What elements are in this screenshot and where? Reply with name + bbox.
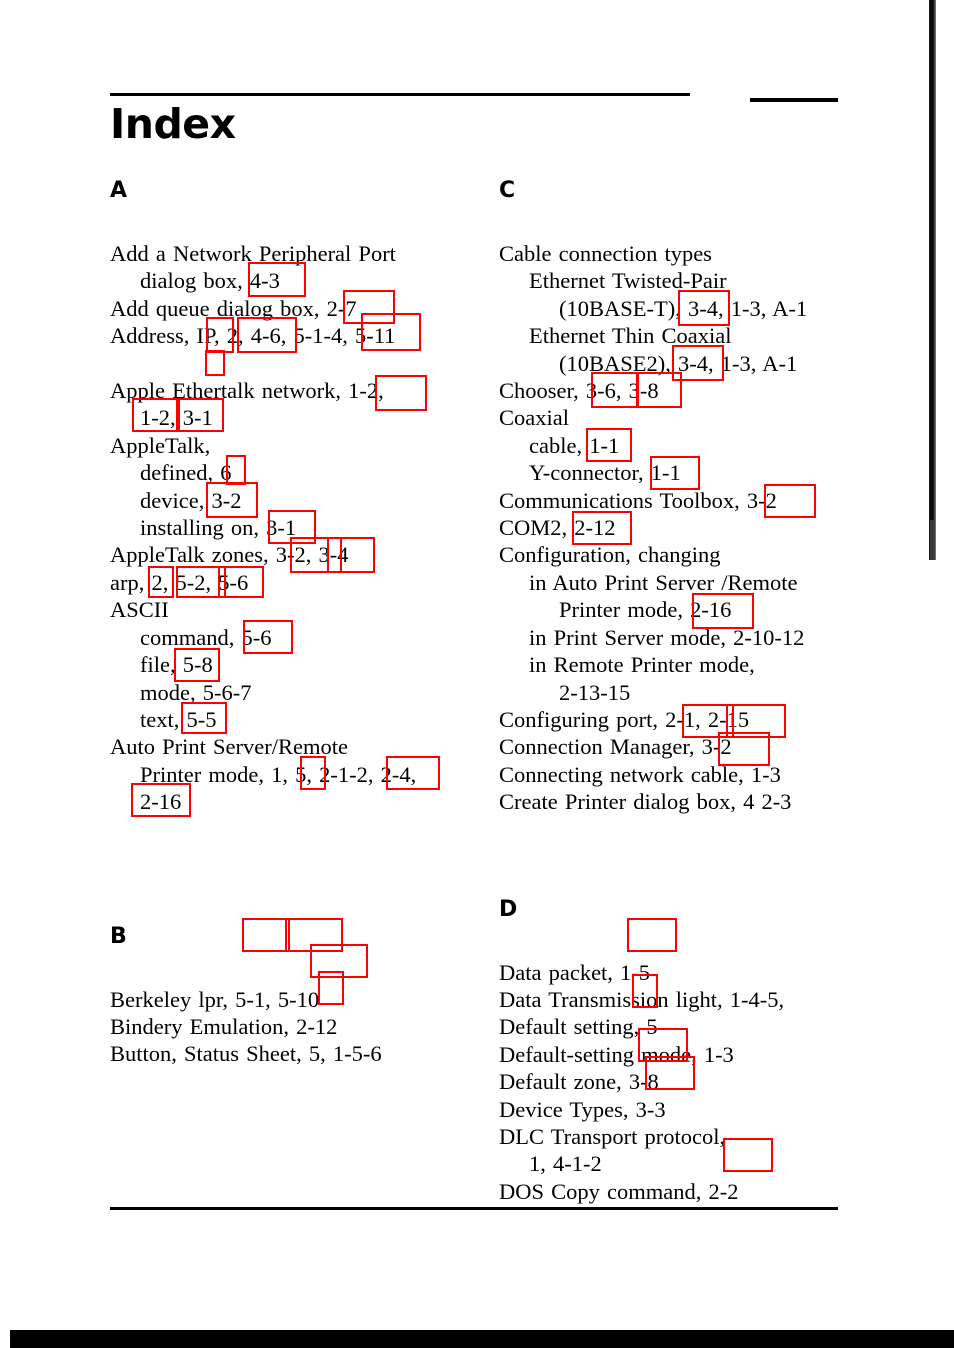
index-entry: Connecting network cable, 1-3	[499, 761, 781, 787]
index-entry: Ethernet Twisted-Pair	[529, 268, 727, 294]
index-entry: mode, 5-6-7	[140, 679, 252, 705]
index-entry: DLC Transport protocol,	[499, 1123, 726, 1149]
index-entry: Address, IP, 2, 4-6, 5-1-4, 5-11	[110, 323, 396, 349]
index-entry: Configuring port, 2-1, 2-15	[499, 706, 750, 732]
index-entry: Add queue dialog box, 2-7	[110, 295, 357, 321]
index-section-d: D Data packet, 1-5 Data Transmission light…	[499, 896, 879, 1206]
scan-edge-artifact-right	[929, 0, 936, 560]
index-entry: in Print Server mode, 2-10-12	[529, 624, 805, 650]
index-entry: defined, 6	[140, 460, 232, 486]
index-entry: in Auto Print Server /Remote	[529, 569, 798, 595]
index-entry: Default-setting mode, 1-3	[499, 1041, 734, 1067]
index-entry: Printer mode, 2-16	[559, 597, 732, 623]
index-entry: Berkeley lpr, 5-1, 5-10	[110, 986, 320, 1012]
index-entry: Default setting, 5	[499, 1014, 658, 1040]
index-entry: in Remote Printer mode,	[529, 652, 755, 678]
index-entry: device, 3-2	[140, 487, 242, 513]
index-entry: Default zone, 3-8	[499, 1069, 659, 1095]
index-entry: Button, Status Sheet, 5, 1-5-6	[110, 1041, 382, 1067]
index-entry: Communications Toolbox, 3-2	[499, 487, 777, 513]
scan-edge-artifact-right-lower	[930, 520, 935, 560]
index-entry: Add a Network Peripheral Port	[110, 241, 396, 266]
index-page: Index A Add a Network Peripheral Port dial…	[0, 0, 954, 1348]
letter-heading-b: B	[110, 923, 127, 949]
index-column-right: C Cable connection types Ethernet Twisted-…	[499, 180, 879, 1205]
index-entry: Apple Ethertalk network, 1-2,	[110, 378, 384, 404]
index-entry-list: Cable connection types Ethernet Twisted-P…	[499, 240, 879, 816]
index-entry: Configuration, changing	[499, 542, 721, 568]
index-section-a: A Add a Network Peripheral Port dialog box…	[110, 180, 490, 816]
index-entry: 2-16	[140, 789, 182, 815]
index-entry: Connection Manager, 3-2	[499, 734, 732, 760]
index-entry: AppleTalk,	[110, 432, 211, 458]
index-entry: Auto Print Server/Remote	[110, 734, 348, 760]
index-entry: Bindery Emulation, 2-12	[110, 1013, 338, 1039]
index-entry: command, 5-6	[140, 624, 272, 650]
index-entry: Ethernet Thin Coaxial	[529, 323, 732, 349]
index-entry: Coaxial	[499, 405, 569, 431]
index-entry: COM2, 2-12	[499, 515, 616, 541]
index-entry: dialog box, 4-3	[140, 268, 280, 294]
index-entry: Chooser, 3-6, 3-8	[499, 378, 659, 404]
scan-edge-artifact-bottom	[10, 1330, 954, 1348]
index-entry: Create Printer dialog box, 4 2-3	[499, 789, 792, 815]
index-entry-list: Data packet, 1-5 Data Transmission light,…	[499, 959, 879, 1206]
index-entry: 2-13-15	[559, 679, 631, 705]
index-entry: Cable connection types	[499, 241, 712, 266]
index-section-c: C Cable connection types Ethernet Twisted-…	[499, 180, 879, 816]
index-section-b: B Berkeley lpr, 5-1, 5-10 Bindery Emulatio…	[110, 923, 490, 1068]
index-entry: Data packet, 1-5	[499, 959, 651, 985]
letter-heading-d: D	[499, 896, 518, 922]
header-rule-long	[110, 93, 690, 96]
index-entry	[110, 350, 490, 377]
index-entry: installing on, 3-1	[140, 515, 297, 541]
index-entry: AppleTalk zones, 3-2, 3-4	[110, 542, 349, 568]
index-entry: ASCII	[110, 597, 169, 623]
header-rule-short	[750, 98, 838, 102]
index-entry-list: Berkeley lpr, 5-1, 5-10 Bindery Emulation…	[110, 986, 490, 1068]
index-entry: DOS Copy command, 2-2	[499, 1178, 739, 1204]
index-entry: text, 5-5	[140, 706, 217, 732]
page-title: Index	[110, 100, 236, 148]
index-entry: Y-connector, 1-1	[529, 460, 681, 486]
footer-rule	[110, 1207, 838, 1210]
index-entry: (10BASE-T), 3-4, 1-3, A-1	[559, 295, 808, 321]
letter-heading-c: C	[499, 178, 516, 203]
index-entry: Data Transmission light, 1-4-5,	[499, 986, 785, 1012]
index-entry: cable, 1-1	[529, 432, 620, 458]
letter-heading-a: A	[110, 178, 128, 203]
index-entry: file, 5-8	[140, 652, 213, 678]
index-entry: Printer mode, 1, 5, 2-1-2, 2-4,	[140, 761, 417, 787]
index-entry: 1-2, 3-1	[140, 405, 213, 431]
index-entry: Device Types, 3-3	[499, 1096, 666, 1122]
index-entry: (10BASE2), 3-4, 1-3, A-1	[559, 350, 798, 376]
index-entry: arp, 2, 5-2, 5-6	[110, 569, 249, 595]
index-column-left: A Add a Network Peripheral Port dialog box…	[110, 180, 490, 1068]
index-entry: 1, 4-1-2	[529, 1151, 602, 1177]
index-entry-list: Add a Network Peripheral Port dialog box,…	[110, 240, 490, 816]
